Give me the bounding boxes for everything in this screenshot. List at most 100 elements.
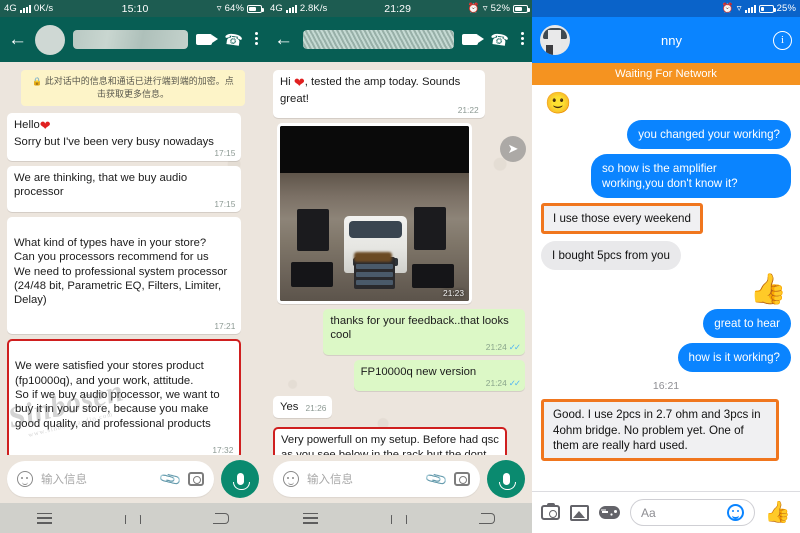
message-time: 17:32 — [212, 444, 234, 455]
message-text: Hi — [280, 76, 294, 88]
back-arrow-icon[interactable]: ← — [274, 30, 293, 49]
heart-emoji-icon: ❤ — [293, 75, 305, 90]
status-bar: 4G 0K/s 15:10 ▿ 64% — [0, 0, 266, 17]
network-speed-label: 0K/s — [33, 3, 54, 14]
message-compose-bar: 输入信息 📎 — [266, 455, 532, 503]
network-type-label: 4G — [270, 3, 283, 14]
signal-bars-icon — [19, 4, 31, 13]
message-row: I bought 5pcs from you — [541, 241, 791, 271]
message-time: 21:24 ✓✓ — [485, 378, 521, 389]
message-bubble[interactable]: Hi ❤, tested the amp today. Sounds great… — [273, 70, 485, 118]
microphone-button[interactable] — [221, 460, 259, 498]
overflow-menu-icon[interactable] — [255, 32, 258, 47]
games-icon[interactable] — [599, 506, 620, 519]
thumbs-up-sticker[interactable]: 👍 — [541, 275, 787, 305]
menu-nav-icon[interactable] — [302, 512, 318, 524]
encryption-notice[interactable]: 🔒 此对话中的信息和通话已进行端到端的加密。点击获取更多信息。 — [21, 70, 245, 107]
camera-icon[interactable] — [541, 503, 560, 520]
info-icon[interactable]: i — [773, 30, 792, 50]
camera-icon[interactable] — [188, 472, 204, 486]
menu-nav-icon[interactable] — [36, 512, 52, 524]
message-row: how is it working? — [541, 343, 791, 373]
emoji-icon[interactable] — [726, 504, 744, 521]
message-bubble-highlighted[interactable]: Good. I use 2pcs in 2.7 ohm and 3pcs in … — [541, 399, 779, 461]
emoji-icon[interactable] — [17, 471, 33, 487]
home-nav-icon[interactable] — [389, 508, 410, 524]
message-list[interactable]: 🔒 此对话中的信息和通话已进行端到端的加密。点击获取更多信息。 Hello❤ S… — [0, 62, 266, 455]
forward-arrow-icon[interactable]: ➤ — [500, 136, 526, 162]
message-text: We were satisfied your stores product (f… — [15, 360, 220, 430]
message-bubble-highlighted[interactable]: We were satisfied your stores product (f… — [7, 339, 242, 455]
gallery-icon[interactable] — [570, 504, 589, 521]
microphone-button[interactable] — [487, 460, 525, 498]
phone-call-icon[interactable]: ☎ — [223, 29, 244, 49]
back-nav-icon[interactable] — [479, 512, 496, 525]
message-input-placeholder: Aa — [641, 505, 656, 520]
contact-name[interactable]: nny — [578, 33, 765, 48]
message-bubble[interactable]: Yes 21:26 — [273, 395, 333, 419]
message-input-field[interactable]: 输入信息 📎 — [7, 461, 214, 497]
message-bubble[interactable]: FP10000q new version 21:24 ✓✓ — [353, 359, 525, 391]
message-input-field[interactable]: 输入信息 📎 — [273, 461, 480, 497]
message-bubble[interactable]: What kind of types have in your store? C… — [7, 216, 242, 335]
phone-call-icon[interactable]: ☎ — [489, 29, 510, 49]
message-time: 21:22 — [457, 105, 479, 116]
subwoofer-left — [291, 262, 333, 287]
message-bubble-highlighted[interactable]: I use those every weekend — [541, 203, 703, 235]
emoji-message[interactable]: 🙂 — [545, 93, 791, 114]
status-bar-left: 4G 0K/s — [4, 3, 53, 14]
speaker-right — [414, 207, 447, 250]
avatar[interactable] — [35, 24, 65, 55]
paperclip-icon[interactable]: 📎 — [158, 466, 183, 492]
paperclip-icon[interactable]: 📎 — [424, 466, 449, 492]
photo-black-band — [280, 125, 469, 173]
video-call-icon[interactable] — [462, 34, 485, 45]
message-bubble[interactable]: how is it working? — [677, 343, 791, 373]
message-list[interactable]: Hi ❤, tested the amp today. Sounds great… — [266, 62, 532, 455]
message-row: so how is the amplifier working,you don'… — [541, 154, 791, 199]
battery-icon — [513, 4, 530, 13]
android-nav-bar — [0, 503, 266, 533]
alarm-icon: ⏰ — [721, 3, 734, 14]
status-bar-right: ⏰ ▿ 52% — [468, 3, 530, 14]
chat-header: ← ☎ — [0, 17, 266, 62]
header-actions: ☎ — [462, 29, 524, 50]
wifi-icon: ▿ — [736, 3, 742, 14]
whatsapp-chat-panel-left: 4G 0K/s 15:10 ▿ 64% ← ☎ 🔒 此对话中的信息和通话已进行端… — [0, 0, 266, 533]
message-input-field[interactable]: Aa — [630, 499, 755, 526]
android-nav-bar — [266, 503, 532, 533]
thumbs-up-icon[interactable]: 👍 — [765, 502, 791, 523]
message-bubble[interactable]: I bought 5pcs from you — [541, 241, 681, 271]
contact-name-redacted[interactable] — [73, 30, 189, 49]
message-bubble[interactable]: thanks for your feedback..that looks coo… — [323, 308, 525, 355]
message-bubble[interactable]: Hello❤ Sorry but I've been very busy now… — [7, 113, 242, 161]
message-time: 21:26 — [305, 402, 327, 413]
overflow-menu-icon[interactable] — [521, 32, 524, 47]
back-arrow-icon[interactable]: ← — [8, 30, 27, 49]
message-list[interactable]: 🙂 you changed your working? so how is th… — [532, 85, 800, 491]
home-nav-icon[interactable] — [123, 508, 144, 524]
message-bubble[interactable]: great to hear — [703, 309, 791, 339]
contact-avatar[interactable] — [540, 25, 570, 55]
microphone-icon — [232, 473, 250, 490]
message-bubble[interactable]: We are thinking, that we buy audio proce… — [7, 165, 242, 212]
message-input-placeholder: 输入信息 — [307, 474, 353, 486]
message-input-placeholder: 输入信息 — [41, 474, 87, 486]
message-bubble-highlighted[interactable]: Very powerfull on my setup. Before had q… — [273, 427, 508, 455]
emoji-icon[interactable] — [283, 471, 299, 487]
battery-icon — [758, 4, 776, 13]
three-phone-screenshots: 4G 0K/s 15:10 ▿ 64% ← ☎ 🔒 此对话中的信息和通话已进行端… — [0, 0, 800, 533]
video-call-icon[interactable] — [196, 34, 219, 45]
contact-name-redacted[interactable] — [303, 30, 455, 49]
back-nav-icon[interactable] — [213, 512, 230, 525]
status-bar-right: ▿ 64% — [217, 3, 264, 14]
message-bubble[interactable]: so how is the amplifier working,you don'… — [591, 154, 791, 199]
messenger-chat-panel: ⏰ ▿ 25% nny i Waiting For Network 🙂 you … — [532, 0, 800, 533]
message-compose-bar: 输入信息 📎 — [0, 455, 266, 503]
photo-attachment[interactable]: 21:23 — [280, 125, 469, 301]
status-bar: 4G 2.8K/s 21:29 ⏰ ▿ 52% — [266, 0, 532, 17]
camera-icon[interactable] — [454, 472, 470, 486]
message-bubble[interactable]: you changed your working? — [627, 120, 791, 150]
network-speed-label: 2.8K/s — [299, 3, 328, 14]
photo-message-bubble[interactable]: 21:23 — [277, 122, 472, 304]
